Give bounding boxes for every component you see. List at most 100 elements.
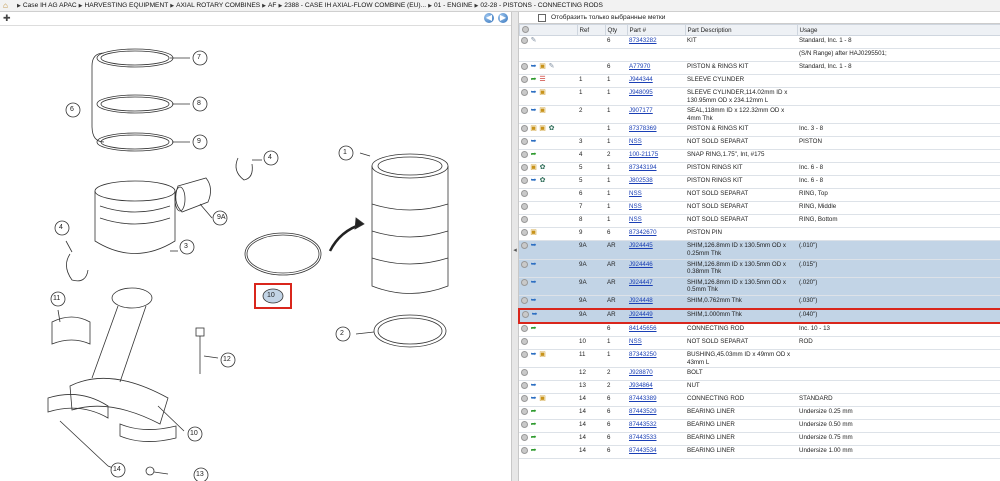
blue-arrow-icon[interactable]: ➥ xyxy=(530,382,537,389)
part-number-link[interactable]: NSS xyxy=(629,203,642,210)
red-list-icon[interactable]: ☰ xyxy=(539,76,546,83)
part-number-link[interactable]: 84145656 xyxy=(629,325,657,332)
expand-icon[interactable] xyxy=(521,434,528,442)
expand-icon[interactable] xyxy=(521,177,528,185)
table-row[interactable]: ➥ ✿ 5 1 J802538 PISTON RINGS KIT Inc. 6 - 8 xyxy=(519,175,1000,190)
expand-icon[interactable] xyxy=(521,229,528,237)
blue-arrow-icon[interactable]: ➥ xyxy=(530,177,537,184)
table-row[interactable]: ✎ 6 87343282 KIT Standard, Inc. 1 - 8 xyxy=(519,35,1000,49)
blue-arrow-icon[interactable]: ➥ xyxy=(530,351,537,358)
part-number-link[interactable]: 87343250 xyxy=(629,351,657,358)
part-number-link[interactable]: 87342670 xyxy=(629,229,657,236)
expand-icon[interactable] xyxy=(521,382,528,390)
part-number-link[interactable]: J924446 xyxy=(629,261,653,268)
wrench-icon[interactable]: ✎ xyxy=(548,63,555,70)
part-number-link[interactable]: 87443389 xyxy=(629,395,657,402)
expand-icon[interactable] xyxy=(521,164,528,172)
part-number-link[interactable]: 87443534 xyxy=(629,447,657,454)
table-row[interactable]: ➦ 14 6 87443533 BEARING LINER Undersize 0.75 … xyxy=(519,432,1000,447)
blue-arrow-icon[interactable]: ➥ xyxy=(530,242,537,249)
header-qty[interactable]: Qty xyxy=(604,24,628,36)
package-icon[interactable]: ▣ xyxy=(530,164,537,171)
expand-icon[interactable] xyxy=(521,260,528,268)
part-number-link[interactable]: J924449 xyxy=(629,311,653,318)
callout-6[interactable]: 7 xyxy=(197,54,201,61)
package-icon[interactable]: ▣ xyxy=(539,351,546,358)
blue-arrow-icon[interactable]: ➥ xyxy=(531,311,538,318)
part-number-link[interactable]: 87443533 xyxy=(629,434,657,441)
expand-all-icon[interactable] xyxy=(521,26,529,34)
part-number-link[interactable]: J934864 xyxy=(629,382,653,389)
part-number-link[interactable]: J924449 xyxy=(627,307,685,324)
part-number-link[interactable]: 87443389 xyxy=(627,393,685,408)
callout-1[interactable]: 1 xyxy=(343,149,347,156)
package-icon[interactable]: ▣ xyxy=(539,107,546,114)
table-row[interactable]: ➦ 14 6 87443534 BEARING LINER Undersize 1.00 … xyxy=(519,445,1000,460)
expand-icon[interactable] xyxy=(521,89,528,96)
part-number-link[interactable]: J924448 xyxy=(627,295,685,310)
part-number-link[interactable]: 87343250 xyxy=(627,349,685,369)
part-number-link[interactable]: J928870 xyxy=(629,369,653,376)
blue-arrow-icon[interactable]: ➥ xyxy=(530,279,537,286)
previous-page-icon[interactable]: ◀ xyxy=(484,13,494,23)
gear-icon[interactable]: ✿ xyxy=(539,177,546,184)
callout-3[interactable]: 3 xyxy=(184,243,188,250)
table-row[interactable]: ➥ 13 2 J934864 NUT xyxy=(519,380,1000,395)
table-row[interactable]: ➥ ▣ ✎ 6 A77970 PISTON & RINGS KIT Standard, In… xyxy=(519,61,1000,75)
callout-14[interactable]: 14 xyxy=(113,466,121,473)
part-number-link[interactable]: J907177 xyxy=(627,105,685,125)
expand-icon[interactable] xyxy=(521,350,528,358)
breadcrumb-item[interactable]: AXIAL ROTARY COMBINES xyxy=(176,2,260,9)
part-number-link[interactable]: 100-21175 xyxy=(629,151,658,158)
green-arrow-icon[interactable]: ➦ xyxy=(530,151,537,158)
blue-arrow-icon[interactable]: ➥ xyxy=(530,107,537,114)
table-row[interactable]: 12 2 J928870 BOLT xyxy=(519,367,1000,382)
part-number-link[interactable]: NSS xyxy=(627,201,685,216)
part-number-link[interactable]: 87443534 xyxy=(627,445,685,460)
callout-7[interactable]: 8 xyxy=(197,100,201,107)
part-number-link[interactable]: J948095 xyxy=(627,87,685,107)
package-icon[interactable]: ▣ xyxy=(530,229,537,236)
zoom-in-icon[interactable]: ✚ xyxy=(3,13,11,24)
expand-icon[interactable] xyxy=(521,369,528,377)
part-number-link[interactable]: A77970 xyxy=(627,61,685,75)
breadcrumb-item[interactable]: Case IH AG APAC xyxy=(23,2,77,9)
table-row[interactable]: ➦ ☰ 1 1 J944344 SLEEVE CYLINDER xyxy=(519,74,1000,88)
blue-arrow-icon[interactable]: ➥ xyxy=(530,395,537,402)
part-number-link[interactable]: 87443529 xyxy=(629,408,657,415)
expand-icon[interactable] xyxy=(521,203,528,211)
table-row[interactable]: ➦ 14 6 87443532 BEARING LINER Undersize 0.50 … xyxy=(519,419,1000,434)
table-row[interactable]: ➦ 4 2 100-21175 SNAP RING,1.75", Int, #175 xyxy=(519,149,1000,164)
expand-icon[interactable] xyxy=(521,216,528,224)
table-row[interactable]: 8 1 NSS NOT SOLD SEPARAT RING, Bottom xyxy=(519,214,1000,229)
expand-icon[interactable] xyxy=(522,310,529,318)
table-row[interactable]: ➥ 9A AR J924449 SHIM,1.000mm Thk (.040") xyxy=(518,307,1000,324)
callout-10[interactable]: 10 xyxy=(190,430,198,437)
package-icon[interactable]: ▣ xyxy=(539,63,546,70)
package-icon[interactable]: ▣ xyxy=(530,125,537,132)
home-icon[interactable]: ⌂ xyxy=(3,1,12,10)
expand-icon[interactable] xyxy=(521,37,528,44)
part-number-link[interactable]: 87378369 xyxy=(627,123,685,138)
header-partdescription[interactable]: Part Description xyxy=(684,24,798,36)
expand-icon[interactable] xyxy=(521,337,528,345)
part-number-link[interactable]: J928870 xyxy=(627,367,685,382)
table-row[interactable]: ▣ ▣ ✿ 1 87378369 PISTON & RINGS KIT Inc. 3 - 8 xyxy=(519,123,1000,138)
expand-icon[interactable] xyxy=(521,190,528,198)
table-row[interactable]: ➥ ▣ 11 1 87343250 BUSHING,45.03mm ID x 49mm O… xyxy=(519,349,1000,369)
part-number-link[interactable]: J924445 xyxy=(629,242,653,249)
expand-icon[interactable] xyxy=(521,107,528,115)
part-number-link[interactable]: 100-21175 xyxy=(627,149,685,164)
expand-icon[interactable] xyxy=(521,63,528,70)
callout-12[interactable]: 12 xyxy=(223,356,231,363)
blue-arrow-icon[interactable]: ➥ xyxy=(530,89,537,96)
callout-11[interactable]: 11 xyxy=(53,295,60,302)
expand-icon[interactable] xyxy=(521,421,528,429)
part-number-link[interactable]: J802538 xyxy=(629,177,653,184)
part-number-link[interactable]: A77970 xyxy=(629,63,650,70)
package-icon[interactable]: ▣ xyxy=(539,395,546,402)
breadcrumb-item[interactable]: 2388 - CASE IH AXIAL-FLOW COMBINE (EU)..… xyxy=(284,2,426,9)
show-selected-only-checkbox[interactable] xyxy=(538,13,546,22)
part-number-link[interactable]: NSS xyxy=(629,190,642,197)
expand-icon[interactable] xyxy=(521,151,528,159)
